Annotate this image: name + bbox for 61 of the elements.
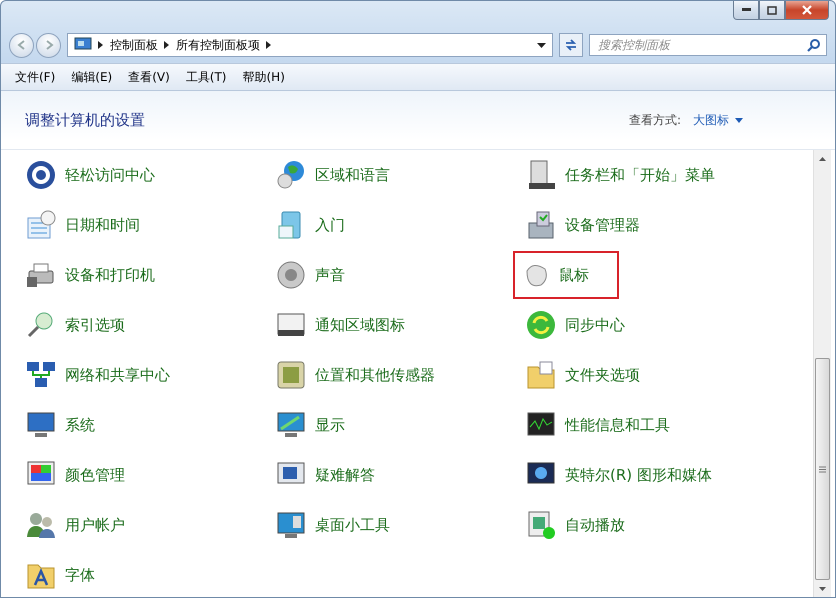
control-panel-item[interactable]: 鼠标 xyxy=(513,251,619,299)
scroll-down-icon[interactable] xyxy=(819,586,826,590)
close-button[interactable] xyxy=(785,1,829,20)
breadcrumb-item[interactable]: 控制面板 xyxy=(110,36,158,54)
speaker-icon xyxy=(275,259,307,291)
control-panel-item[interactable]: 同步中心 xyxy=(525,309,625,341)
control-panel-item[interactable]: 字体 xyxy=(25,559,95,591)
view-by-dropdown[interactable]: 大图标 xyxy=(693,112,743,128)
folder-icon xyxy=(525,359,557,391)
scrollbar[interactable] xyxy=(813,150,831,597)
search-field[interactable]: 搜索控制面板 xyxy=(589,34,827,56)
menu-item[interactable]: 帮助(H) xyxy=(234,68,293,86)
control-panel-item[interactable]: 自动播放 xyxy=(525,509,625,541)
search-icon[interactable] xyxy=(807,38,820,52)
maximize-button[interactable] xyxy=(759,1,785,20)
caret-icon xyxy=(735,118,743,122)
breadcrumb-item[interactable]: 所有控制面板项 xyxy=(176,36,260,54)
control-panel-item[interactable]: 轻松访问中心 xyxy=(25,159,155,191)
control-panel-item[interactable]: 显示 xyxy=(275,409,345,441)
page-heading: 调整计算机的设置 xyxy=(25,110,145,130)
chevron-icon xyxy=(266,41,272,49)
maximize-icon xyxy=(767,6,777,14)
menu-item[interactable]: 工具(T) xyxy=(178,68,234,86)
control-panel-item[interactable]: 位置和其他传感器 xyxy=(275,359,435,391)
control-panel-item[interactable]: 性能信息和工具 xyxy=(525,409,670,441)
menu-item[interactable]: 文件(F) xyxy=(7,68,64,86)
refresh-icon xyxy=(564,38,578,52)
control-panel-item[interactable]: 设备和打印机 xyxy=(25,259,155,291)
menu-item[interactable]: 编辑(E) xyxy=(63,68,120,86)
control-panel-item[interactable]: 索引选项 xyxy=(25,309,125,341)
control-panel-item[interactable]: 任务栏和「开始」菜单 xyxy=(525,159,715,191)
minimize-button[interactable] xyxy=(733,1,759,20)
control-panel-item[interactable]: 用户帐户 xyxy=(25,509,125,541)
control-panel-item[interactable]: 声音 xyxy=(275,259,345,291)
sync-icon xyxy=(525,309,557,341)
minimize-icon xyxy=(742,8,750,12)
control-panel-item[interactable]: 疑难解答 xyxy=(275,459,375,491)
scrollbar-thumb[interactable] xyxy=(815,358,830,580)
dropdown-icon[interactable] xyxy=(537,42,546,48)
address-bar[interactable]: 控制面板 所有控制面板项 xyxy=(67,33,553,57)
control-panel-item[interactable]: 区域和语言 xyxy=(275,159,390,191)
chevron-icon xyxy=(164,41,170,49)
accessibility-icon xyxy=(25,159,57,191)
scroll-up-icon[interactable] xyxy=(819,156,826,160)
globe-clock-icon xyxy=(275,159,307,191)
refresh-button[interactable] xyxy=(559,33,583,57)
control-panel-item[interactable]: 文件夹选项 xyxy=(525,359,640,391)
control-panel-item[interactable]: 通知区域图标 xyxy=(275,309,405,341)
menu-item[interactable]: 查看(V) xyxy=(120,68,178,86)
control-panel-item[interactable]: 入门 xyxy=(275,209,345,241)
view-by-label: 查看方式: xyxy=(628,112,681,128)
close-icon xyxy=(802,5,812,15)
control-panel-item[interactable]: 颜色管理 xyxy=(25,459,125,491)
calendar-clock-icon xyxy=(25,209,57,241)
chevron-icon xyxy=(98,41,104,49)
control-panel-item[interactable]: 日期和时间 xyxy=(25,209,140,241)
control-panel-item[interactable]: 网络和共享中心 xyxy=(25,359,170,391)
control-panel-item[interactable]: 英特尔(R) 图形和媒体 xyxy=(525,459,712,491)
control-panel-item[interactable]: 系统 xyxy=(25,409,95,441)
control-panel-item[interactable]: 设备管理器 xyxy=(525,209,640,241)
control-panel-item[interactable]: 桌面小工具 xyxy=(275,509,390,541)
